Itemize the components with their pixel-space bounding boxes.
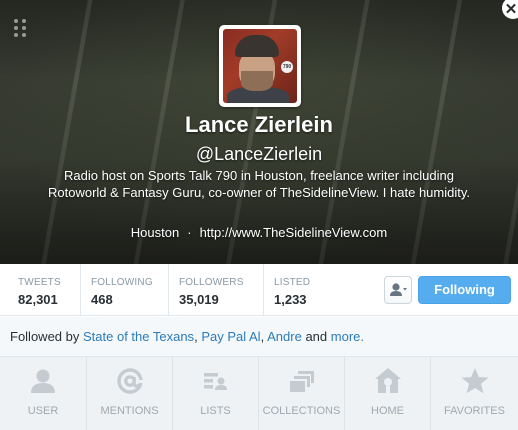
followed-by-period: . xyxy=(360,329,365,344)
nav-user[interactable]: USER xyxy=(0,357,86,430)
followed-by-comma: , xyxy=(194,329,198,344)
nav-lists[interactable]: LISTS xyxy=(172,357,258,430)
profile-location: Houston xyxy=(130,225,180,240)
following-button[interactable]: Following xyxy=(418,276,511,304)
nav-label: LISTS xyxy=(200,405,231,417)
follower-link[interactable]: Andre xyxy=(267,329,302,344)
close-button[interactable]: ✕ xyxy=(502,0,518,19)
stat-label: FOLLOWERS xyxy=(179,277,244,288)
followed-by-prefix: Followed by xyxy=(10,329,80,344)
stat-label: LISTED xyxy=(274,277,311,288)
stat-following[interactable]: FOLLOWING 468 xyxy=(80,264,158,316)
stat-label: TWEETS xyxy=(18,277,61,288)
stat-followers[interactable]: FOLLOWERS 35,019 xyxy=(168,264,263,316)
nav-label: USER xyxy=(27,405,59,417)
nav-label: COLLECTIONS xyxy=(262,405,341,417)
followed-by-comma: , xyxy=(260,329,265,344)
stat-value: 35,019 xyxy=(179,292,219,307)
profile-name: Lance Zierlein xyxy=(185,112,333,137)
profile-bio: Radio host on Sports Talk 790 in Houston… xyxy=(48,168,470,200)
stat-listed[interactable]: LISTED 1,233 xyxy=(263,264,343,316)
profile-header: ✕ 790 Lance Zierlein @LanceZierlein Radi… xyxy=(0,0,518,264)
nav-label: HOME xyxy=(371,405,404,417)
collections-icon xyxy=(289,371,314,392)
nav-collections[interactable]: COLLECTIONS xyxy=(258,357,344,430)
avatar[interactable]: 790 xyxy=(219,25,301,107)
followed-by-and: and xyxy=(305,329,328,344)
followed-by-bar: Followed by State of the Texans, Pay Pal… xyxy=(0,317,518,357)
nav-favorites[interactable]: FAVORITES xyxy=(430,357,518,430)
home-icon xyxy=(374,368,401,393)
drag-handle-icon[interactable] xyxy=(14,19,28,37)
profile-meta: Houston · http://www.TheSidelineView.com xyxy=(0,225,518,240)
avatar-photo: 790 xyxy=(223,29,297,103)
user-actions-dropdown-button[interactable] xyxy=(384,276,412,304)
profile-handle[interactable]: @LanceZierlein xyxy=(0,144,518,165)
meta-separator: · xyxy=(187,225,192,240)
stat-value: 1,233 xyxy=(274,292,307,307)
user-dropdown-icon xyxy=(390,283,407,296)
nav-label: FAVORITES xyxy=(444,405,505,417)
stat-label: FOLLOWING xyxy=(91,277,153,288)
at-icon xyxy=(116,368,143,394)
follower-link[interactable]: State of the Texans xyxy=(83,329,194,344)
lists-icon xyxy=(203,373,227,390)
profile-website-link[interactable]: http://www.TheSidelineView.com xyxy=(200,225,388,240)
stat-value: 82,301 xyxy=(18,292,58,307)
stat-value: 468 xyxy=(91,292,113,307)
bottom-nav: USER MENTIONS LISTS COLLECTIONS HOME FAV… xyxy=(0,357,518,430)
nav-home[interactable]: HOME xyxy=(344,357,430,430)
followed-by-more-link[interactable]: more xyxy=(331,329,361,344)
nav-label: MENTIONS xyxy=(100,405,159,417)
nav-mentions[interactable]: MENTIONS xyxy=(86,357,172,430)
avatar-badge: 790 xyxy=(281,61,293,73)
user-icon xyxy=(31,369,55,393)
follower-link[interactable]: Pay Pal Al xyxy=(201,329,260,344)
stat-tweets[interactable]: TWEETS 82,301 xyxy=(0,264,80,316)
star-icon xyxy=(461,368,488,394)
close-icon: ✕ xyxy=(504,0,518,18)
